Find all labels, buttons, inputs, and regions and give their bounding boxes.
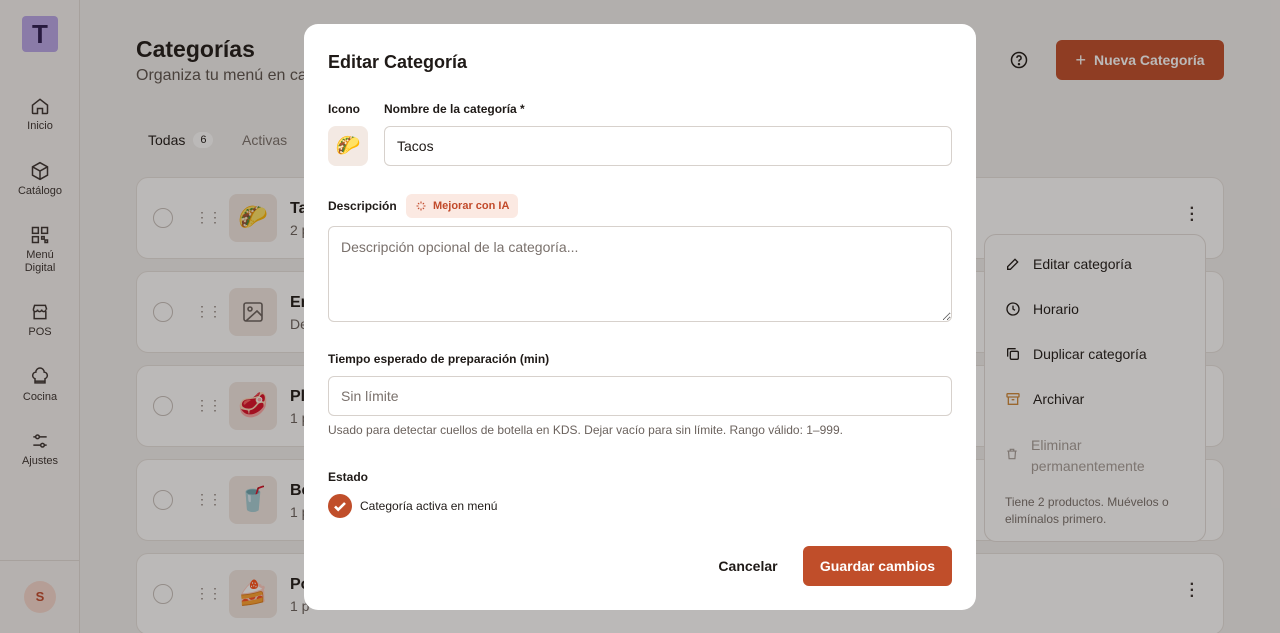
prep-time-label: Tiempo esperado de preparación (min) bbox=[328, 352, 550, 366]
ai-button-label: Mejorar con IA bbox=[433, 200, 510, 212]
cancel-button[interactable]: Cancelar bbox=[702, 546, 794, 586]
prep-time-help: Usado para detectar cuellos de botella e… bbox=[328, 423, 843, 437]
sparkles-icon bbox=[416, 201, 426, 211]
category-icon-picker[interactable]: 🌮 bbox=[328, 126, 368, 166]
improve-with-ai-button[interactable]: Mejorar con IA bbox=[406, 194, 519, 218]
active-checkbox-label[interactable]: Categoría activa en menú bbox=[360, 499, 497, 513]
description-textarea[interactable] bbox=[328, 226, 952, 322]
description-label: Descripción bbox=[328, 199, 397, 213]
category-name-input[interactable] bbox=[384, 126, 952, 166]
icon-label: Icono bbox=[328, 102, 360, 116]
check-icon bbox=[334, 502, 346, 512]
save-button[interactable]: Guardar cambios bbox=[803, 546, 952, 586]
status-label: Estado bbox=[328, 470, 369, 484]
prep-time-input[interactable] bbox=[328, 376, 952, 416]
edit-category-modal: Editar Categoría Icono 🌮 Nombre de la ca… bbox=[304, 24, 976, 610]
active-checkbox[interactable] bbox=[328, 494, 352, 518]
name-label: Nombre de la categoría * bbox=[384, 102, 525, 116]
modal-title: Editar Categoría bbox=[328, 52, 468, 72]
